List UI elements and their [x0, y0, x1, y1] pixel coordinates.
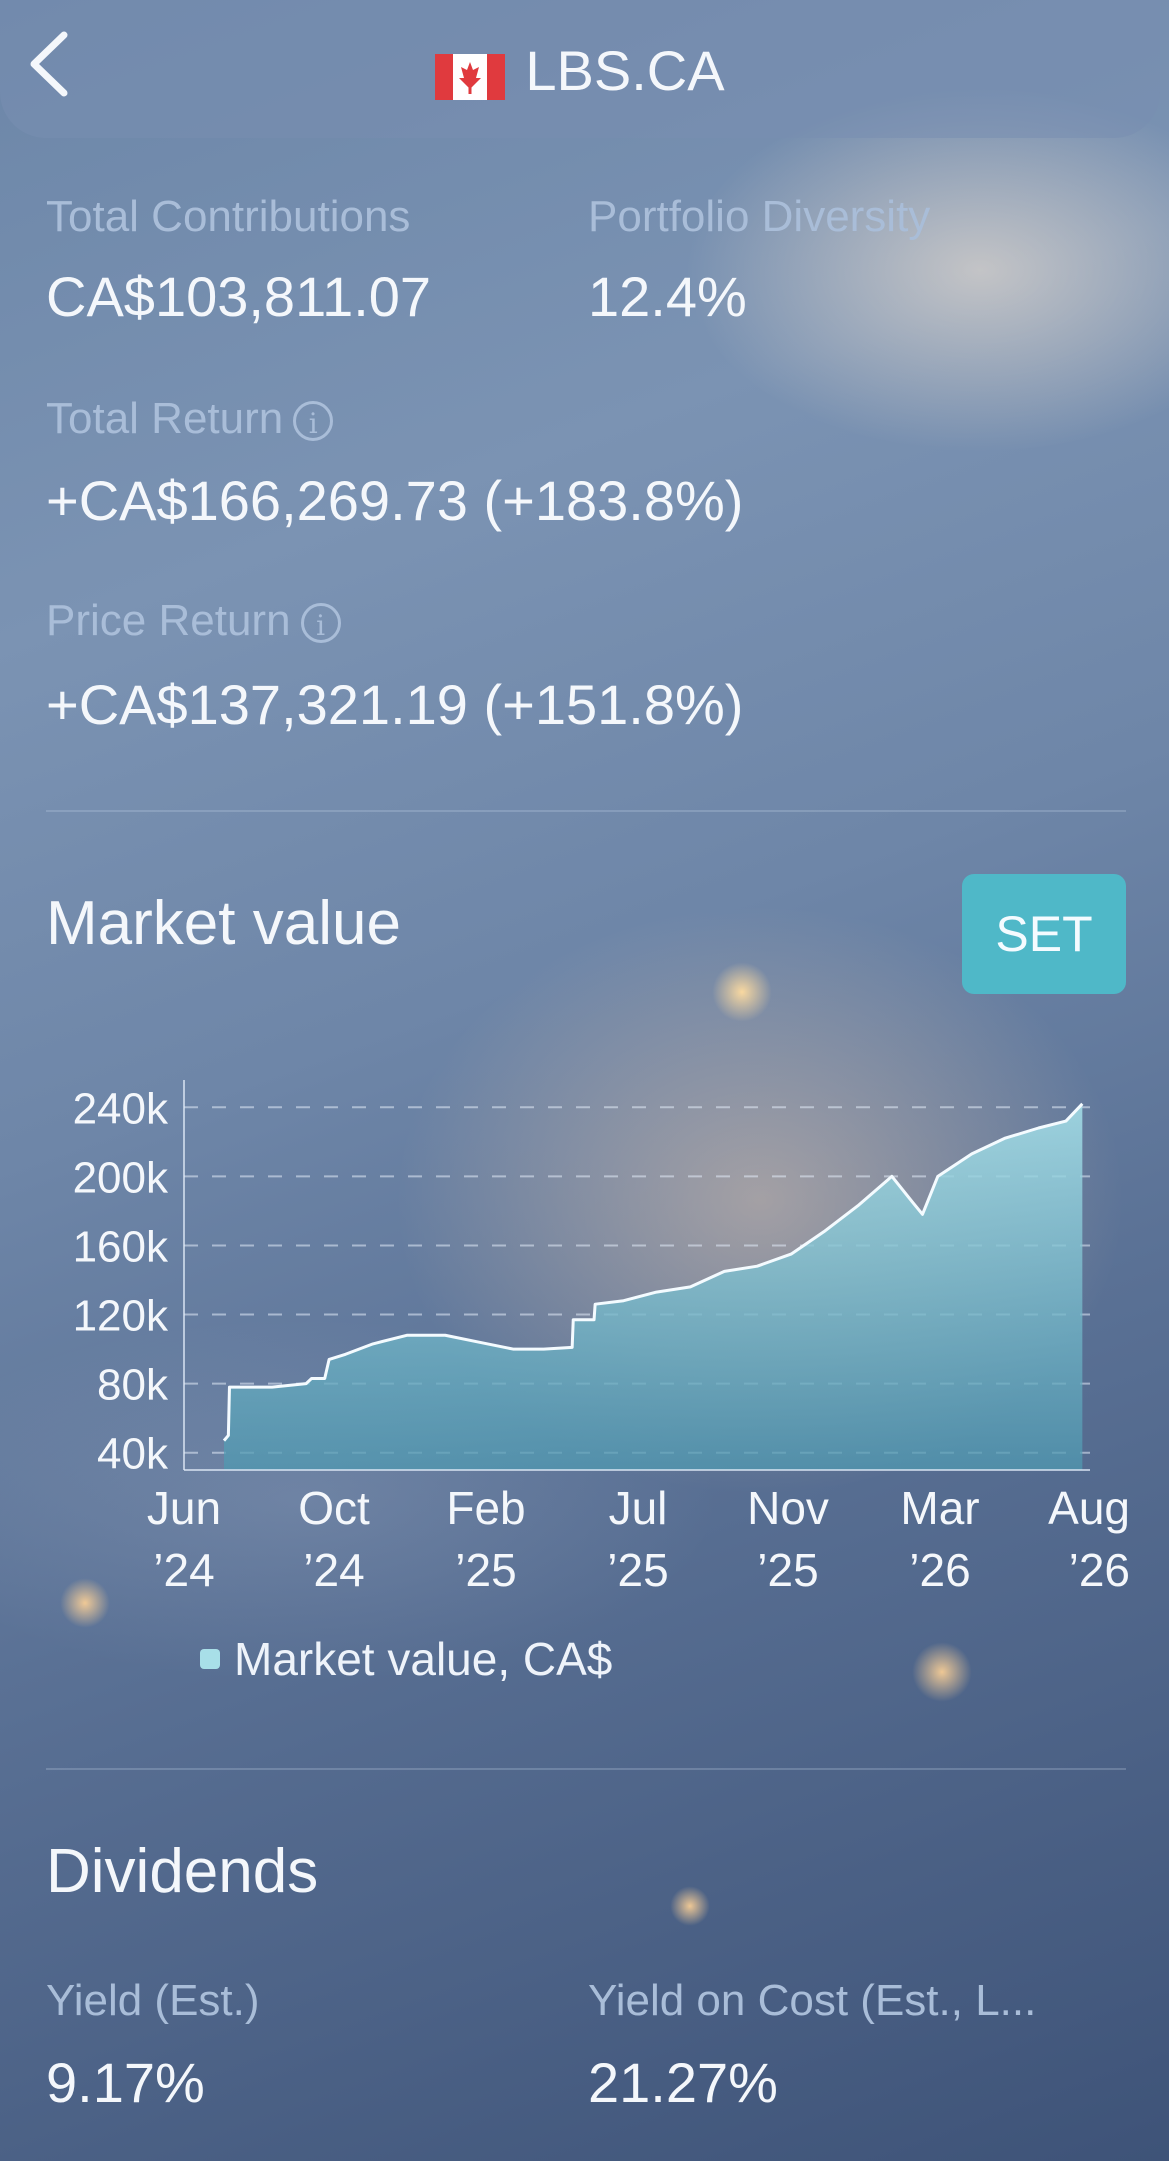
dividends-title: Dividends	[46, 1837, 319, 1906]
x-tick-label: ’25	[455, 1544, 516, 1596]
legend-label: Market value, CA$	[234, 1633, 613, 1685]
page-title: LBS.CA	[0, 38, 1160, 103]
x-tick-label: ’24	[153, 1544, 214, 1596]
total-return-label-text: Total Return	[46, 394, 284, 443]
y-tick-label: 160k	[73, 1222, 169, 1271]
light-glow	[712, 962, 772, 1022]
price-return-label: Price Return i	[46, 596, 341, 646]
x-tick-label: Oct	[298, 1482, 370, 1534]
x-tick-label: Jul	[609, 1482, 668, 1534]
y-tick-label: 120k	[73, 1292, 169, 1341]
series-area	[224, 1103, 1083, 1470]
x-tick-label: ’25	[607, 1544, 668, 1596]
yield-on-cost-value: 21.27%	[588, 2051, 778, 2114]
total-return-value: +CA$166,269.73 (+183.8%)	[46, 469, 744, 532]
x-tick-label: ’26	[1069, 1544, 1130, 1596]
x-tick-label: Jun	[147, 1482, 221, 1534]
x-tick-label: ’24	[303, 1544, 364, 1596]
yield-value: 9.17%	[46, 2051, 205, 2114]
price-return-value: +CA$137,321.19 (+151.8%)	[46, 673, 744, 736]
y-tick-label: 240k	[73, 1084, 169, 1133]
market-value-chart: 240k 200k 160k 120k 80k 40kJun ’24 Oct ’24 Feb ’25…	[73, 1080, 1130, 1596]
portfolio-diversity-value: 12.4%	[588, 265, 747, 328]
x-tick-label: ’25	[757, 1544, 818, 1596]
price-return-label-text: Price Return	[46, 596, 291, 645]
x-tick-label: ’26	[909, 1544, 970, 1596]
light-glow	[670, 1886, 710, 1926]
total-contributions-label: Total Contributions	[46, 192, 411, 241]
ticker-label: LBS.CA	[525, 39, 725, 102]
y-tick-label: 40k	[97, 1430, 169, 1479]
legend-swatch	[200, 1649, 220, 1669]
set-button[interactable]: SET	[962, 874, 1126, 994]
yield-label: Yield (Est.)	[46, 1976, 260, 2025]
market-value-title: Market value	[46, 889, 401, 958]
x-tick-label: Feb	[446, 1482, 525, 1534]
section-divider	[46, 810, 1126, 812]
light-glow	[912, 1642, 972, 1702]
canada-flag-icon	[435, 48, 506, 100]
chart-legend: Market value, CA$	[200, 1632, 612, 1686]
info-icon[interactable]: i	[293, 401, 334, 442]
navigation-bar: LBS.CA	[0, 0, 1160, 138]
total-contributions-value: CA$103,811.07	[46, 265, 432, 328]
section-divider	[46, 1768, 1126, 1770]
y-tick-label: 200k	[73, 1153, 169, 1202]
y-tick-label: 80k	[97, 1361, 169, 1410]
info-icon[interactable]: i	[300, 603, 341, 644]
portfolio-diversity-label: Portfolio Diversity	[588, 192, 931, 241]
x-tick-label: Mar	[900, 1482, 979, 1534]
x-tick-label: Nov	[747, 1482, 829, 1534]
total-return-label: Total Return i	[46, 394, 334, 444]
x-tick-label: Aug	[1048, 1482, 1130, 1534]
yield-on-cost-label: Yield on Cost (Est., L...	[588, 1976, 1037, 2025]
